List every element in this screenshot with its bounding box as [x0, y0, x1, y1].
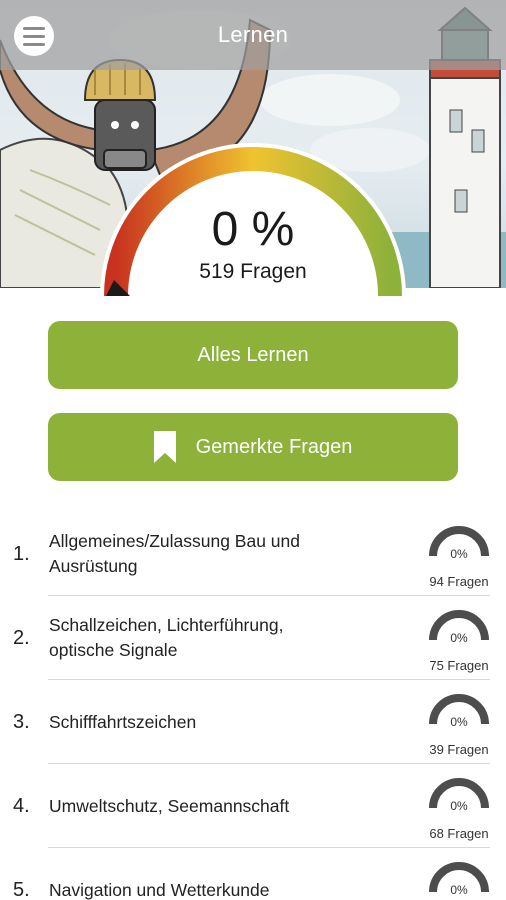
learn-all-button[interactable]: Alles Lernen: [48, 321, 458, 389]
category-percent: 0%: [450, 547, 468, 561]
page-title: Lernen: [217, 22, 289, 47]
category-progress: 0% 75 Fragen: [424, 608, 494, 674]
bookmarked-questions-label: Gemerkte Fragen: [195, 435, 353, 458]
category-title: Schifffahrtszeichen: [49, 711, 197, 732]
bookmarked-questions-button[interactable]: Gemerkte Fragen: [48, 413, 458, 481]
category-number: 2.: [13, 626, 30, 649]
category-number: 4.: [13, 794, 30, 817]
category-progress: 0% 68 Fragen: [424, 776, 494, 842]
category-question-count: 39 Fragen: [429, 742, 489, 757]
category-number: 1.: [13, 542, 30, 565]
category-item-2[interactable]: 2. Schallzeichen, Lichterführung, optisc…: [0, 596, 506, 680]
category-list: 1. Allgemeines/Zulassung Bau und Ausrüst…: [0, 512, 506, 900]
total-question-count: 519 Fragen: [199, 260, 307, 283]
category-percent: 0%: [450, 715, 468, 729]
category-progress: 0%: [424, 860, 494, 900]
category-title: Allgemeines/Zulassung Bau und Ausrüstung: [49, 531, 300, 576]
category-item-3[interactable]: 3. Schifffahrtszeichen 0% 39 Fragen: [0, 680, 506, 764]
category-item-4[interactable]: 4. Umweltschutz, Seemannschaft 0% 68 Fra…: [0, 764, 506, 848]
category-title: Umweltschutz, Seemannschaft: [49, 795, 290, 816]
category-percent: 0%: [450, 883, 468, 897]
category-percent: 0%: [450, 631, 468, 645]
learn-all-label: Alles Lernen: [197, 343, 309, 366]
category-percent: 0%: [450, 799, 468, 813]
category-number: 3.: [13, 710, 30, 733]
bookmark-icon: [153, 431, 176, 463]
category-question-count: 68 Fragen: [429, 826, 489, 841]
category-number: 5.: [13, 878, 30, 900]
category-title: Navigation und Wetterkunde: [49, 879, 270, 900]
overall-percent: 0 %: [211, 203, 295, 256]
category-item-5[interactable]: 5. Navigation und Wetterkunde 0%: [0, 848, 506, 900]
category-progress: 0% 94 Fragen: [424, 524, 494, 590]
category-item-1[interactable]: 1. Allgemeines/Zulassung Bau und Ausrüst…: [0, 512, 506, 596]
category-title: Schallzeichen, Lichterführung, optische …: [49, 615, 284, 660]
category-question-count: 94 Fragen: [429, 574, 489, 589]
category-progress: 0% 39 Fragen: [424, 692, 494, 758]
category-question-count: 75 Fragen: [429, 658, 489, 673]
app-bar: Lernen: [0, 0, 506, 70]
